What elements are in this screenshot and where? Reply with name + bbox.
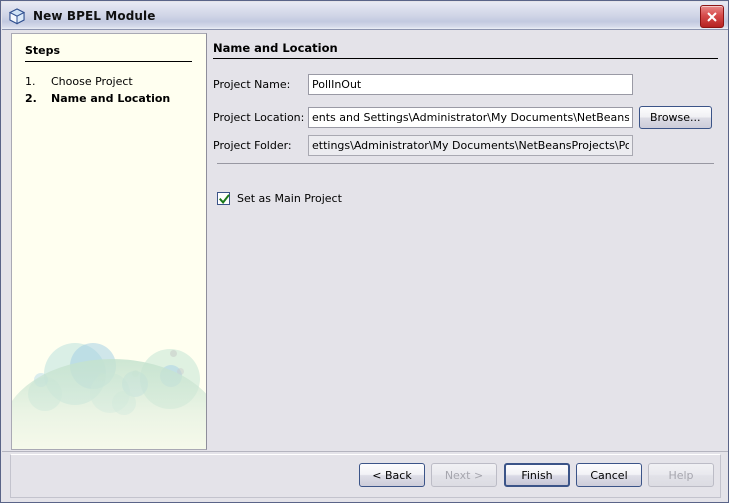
set-as-main-project-checkbox[interactable]: Set as Main Project bbox=[217, 192, 342, 205]
close-icon[interactable] bbox=[700, 5, 724, 28]
next-button: Next > bbox=[431, 463, 497, 487]
panel-heading-divider bbox=[213, 58, 718, 59]
decorative-bubbles-graphic bbox=[12, 259, 206, 449]
new-bpel-module-dialog: New BPEL Module Steps 1. Choose Project … bbox=[0, 0, 729, 503]
step-number: 1. bbox=[25, 75, 36, 88]
section-divider bbox=[217, 163, 714, 164]
browse-button[interactable]: Browse... bbox=[639, 106, 712, 129]
step-item-name-and-location: 2. Name and Location bbox=[25, 92, 170, 105]
dialog-button-bar: < Back Next > Finish Cancel Help bbox=[2, 451, 728, 502]
help-button: Help bbox=[648, 463, 714, 487]
title-bar: New BPEL Module bbox=[2, 2, 728, 30]
project-location-input[interactable] bbox=[308, 107, 633, 128]
check-icon bbox=[219, 194, 230, 204]
project-name-input[interactable] bbox=[308, 74, 633, 95]
finish-button[interactable]: Finish bbox=[504, 463, 570, 487]
checkbox-box[interactable] bbox=[217, 192, 230, 205]
project-name-label: Project Name: bbox=[213, 78, 291, 91]
cancel-button[interactable]: Cancel bbox=[576, 463, 642, 487]
cube-icon bbox=[8, 7, 26, 25]
project-folder-label: Project Folder: bbox=[213, 139, 292, 152]
name-and-location-panel: Name and Location Project Name: Project … bbox=[209, 33, 721, 448]
back-button[interactable]: < Back bbox=[359, 463, 425, 487]
steps-heading-divider bbox=[25, 61, 192, 62]
step-label: Choose Project bbox=[51, 75, 133, 88]
step-label: Name and Location bbox=[51, 92, 171, 105]
project-folder-input bbox=[308, 135, 633, 156]
step-number: 2. bbox=[25, 92, 37, 105]
steps-heading: Steps bbox=[25, 44, 61, 57]
panel-heading: Name and Location bbox=[213, 41, 338, 55]
step-item-choose-project: 1. Choose Project bbox=[25, 75, 133, 88]
dialog-body: Steps 1. Choose Project 2. Name and Loca… bbox=[2, 30, 728, 450]
project-location-label: Project Location: bbox=[213, 111, 305, 124]
checkbox-label: Set as Main Project bbox=[237, 192, 342, 205]
window-title: New BPEL Module bbox=[33, 8, 156, 23]
steps-sidebar: Steps 1. Choose Project 2. Name and Loca… bbox=[11, 33, 207, 450]
